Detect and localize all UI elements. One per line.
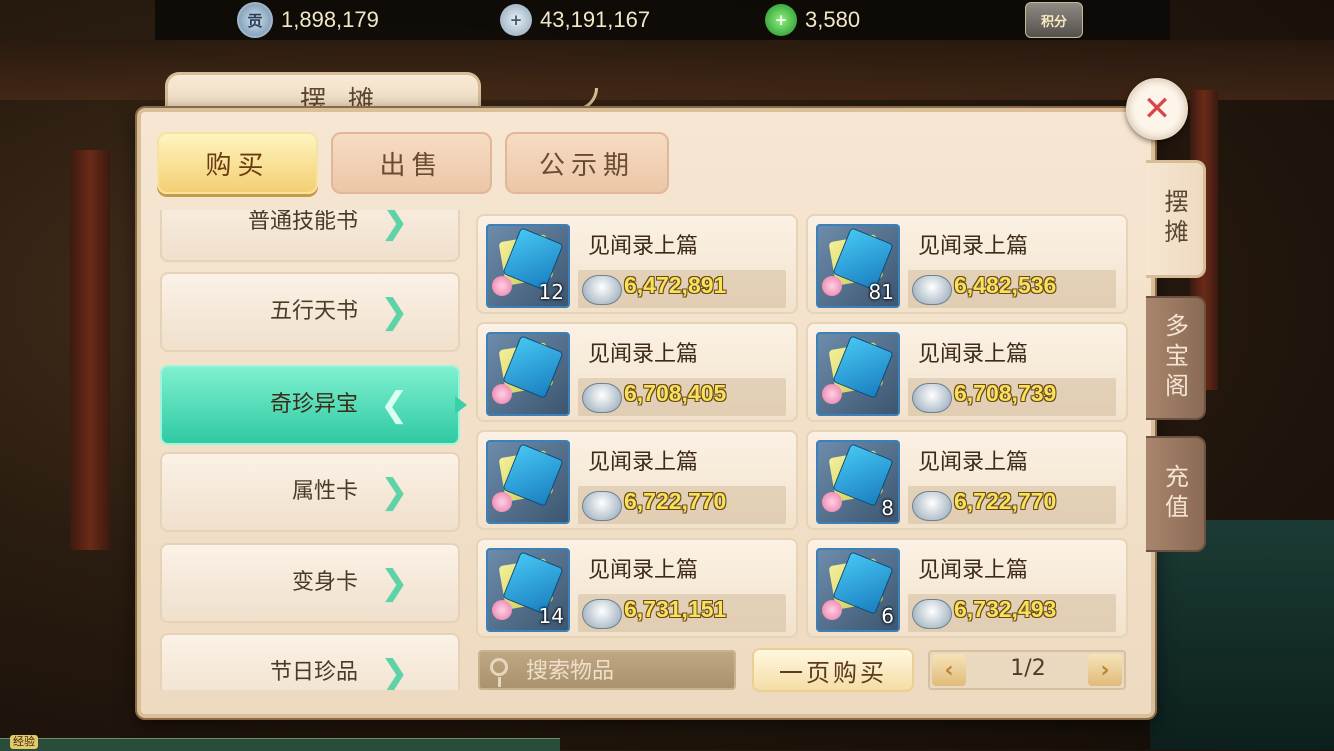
silver-ingot-icon [912, 599, 952, 629]
silver-ingot-icon [582, 491, 622, 521]
pager: ‹ 1/2 › [928, 650, 1126, 690]
side-tab-treasure-pavilion[interactable]: 多宝阁 [1146, 296, 1206, 420]
item-price: 6,472,891 [624, 272, 727, 298]
search-icon [490, 658, 508, 687]
item-price: 6,722,770 [624, 488, 727, 514]
silver-ingot-icon [912, 383, 952, 413]
background-floor [1150, 520, 1334, 750]
book-item-icon: 81 [816, 224, 900, 308]
score-badge-icon[interactable]: 积分 [1025, 2, 1083, 38]
silver-ingot-icon [582, 599, 622, 629]
next-page-button[interactable]: › [1088, 654, 1122, 686]
category-list[interactable]: 普通技能书 ❯ 五行天书 ❯ 奇珍异宝 ❮ 属性卡 ❯ 变身卡 ❯ 节日珍品 ❯ [160, 210, 460, 690]
item-card[interactable]: 见闻录上篇 6,722,770 [476, 430, 798, 530]
close-icon[interactable]: ✕ [1143, 89, 1172, 129]
category-item-attribute-card[interactable]: 属性卡 ❯ [160, 452, 460, 532]
prev-page-button[interactable]: ‹ [932, 654, 966, 686]
background-pillar [70, 150, 110, 550]
chevron-left-icon: ❮ [380, 385, 409, 425]
category-item-skill-book[interactable]: 普通技能书 ❯ [160, 210, 460, 262]
exp-label: 经验 [10, 735, 38, 749]
item-name: 见闻录上篇 [588, 342, 699, 367]
currency-bar: 贡 1,898,179 + 43,191,167 + 3,580 积分 [155, 0, 1170, 40]
chevron-right-icon: ❯ [380, 472, 409, 512]
item-card[interactable]: 12 见闻录上篇 6,472,891 [476, 214, 798, 314]
silver-ingot-icon [912, 491, 952, 521]
category-item-five-elements[interactable]: 五行天书 ❯ [160, 272, 460, 352]
tab-sell[interactable]: 出售 [331, 132, 492, 194]
book-item-icon [486, 332, 570, 416]
silver-ingot-icon [582, 275, 622, 305]
category-label: 奇珍异宝 [269, 392, 358, 417]
tab-public-period[interactable]: 公示期 [505, 132, 669, 194]
item-price: 6,722,770 [954, 488, 1057, 514]
item-card[interactable]: 见闻录上篇 6,708,739 [806, 322, 1128, 422]
jade-value: 3,580 [805, 7, 861, 32]
item-price: 6,482,536 [954, 272, 1057, 298]
item-name: 见闻录上篇 [588, 450, 699, 475]
category-label: 属性卡 [291, 479, 358, 504]
category-label: 五行天书 [269, 299, 358, 324]
item-name: 见闻录上篇 [918, 558, 1029, 583]
item-name: 见闻录上篇 [918, 450, 1029, 475]
item-price: 6,732,493 [954, 596, 1057, 622]
category-label: 变身卡 [291, 570, 358, 595]
item-count: 81 [868, 280, 894, 304]
close-button[interactable]: ✕ [1126, 78, 1188, 140]
category-label: 普通技能书 [247, 210, 358, 234]
search-box[interactable] [478, 650, 736, 690]
item-card[interactable]: 见闻录上篇 6,708,405 [476, 322, 798, 422]
book-item-icon [816, 332, 900, 416]
chevron-right-icon: ❯ [380, 563, 409, 603]
side-tab-stall[interactable]: 摆摊 [1146, 160, 1206, 278]
category-label: 节日珍品 [269, 660, 358, 685]
item-name: 见闻录上篇 [588, 558, 699, 583]
item-card[interactable]: 6 见闻录上篇 6,732,493 [806, 538, 1128, 638]
page-indicator: 1/2 [1010, 656, 1046, 681]
chevron-right-icon: ❯ [380, 210, 409, 242]
category-item-transform-card[interactable]: 变身卡 ❯ [160, 543, 460, 623]
silver-currency[interactable]: + 43,191,167 [500, 3, 650, 37]
category-item-treasures[interactable]: 奇珍异宝 ❮ [160, 365, 460, 445]
search-input[interactable] [524, 656, 728, 686]
category-pointer [455, 396, 467, 414]
chevron-right-icon: ❯ [380, 653, 409, 690]
exp-bar [0, 738, 560, 751]
book-item-icon [486, 440, 570, 524]
category-item-festival[interactable]: 节日珍品 ❯ [160, 633, 460, 690]
silver-ingot-icon [582, 383, 622, 413]
book-item-icon: 6 [816, 548, 900, 632]
book-item-icon: 8 [816, 440, 900, 524]
item-count: 6 [881, 604, 894, 628]
tab-buy[interactable]: 购买 [157, 132, 318, 194]
score-button[interactable]: 积分 [1025, 2, 1091, 38]
jade-icon[interactable]: + [765, 4, 797, 36]
contribution-currency: 贡 1,898,179 [237, 2, 379, 38]
item-name: 见闻录上篇 [918, 342, 1029, 367]
gong-coin-icon: 贡 [237, 2, 273, 38]
side-tab-recharge[interactable]: 充值 [1146, 436, 1206, 552]
jade-currency[interactable]: + 3,580 [765, 3, 860, 37]
book-item-icon: 12 [486, 224, 570, 308]
item-name: 见闻录上篇 [588, 234, 699, 259]
chevron-right-icon: ❯ [380, 292, 409, 332]
contribution-value: 1,898,179 [281, 7, 379, 32]
item-card[interactable]: 8 见闻录上篇 6,722,770 [806, 430, 1128, 530]
buy-page-button[interactable]: 一页购买 [752, 648, 914, 692]
item-count: 8 [881, 496, 894, 520]
book-item-icon: 14 [486, 548, 570, 632]
item-price: 6,708,739 [954, 380, 1057, 406]
item-card[interactable]: 14 见闻录上篇 6,731,151 [476, 538, 798, 638]
item-name: 见闻录上篇 [918, 234, 1029, 259]
silver-ingot-icon [912, 275, 952, 305]
item-card[interactable]: 81 见闻录上篇 6,482,536 [806, 214, 1128, 314]
item-price: 6,731,151 [624, 596, 727, 622]
item-count: 14 [538, 604, 564, 628]
silver-value: 43,191,167 [540, 7, 651, 32]
item-price: 6,708,405 [624, 380, 727, 406]
item-count: 12 [538, 280, 564, 304]
silver-ingot-icon[interactable]: + [500, 4, 532, 36]
